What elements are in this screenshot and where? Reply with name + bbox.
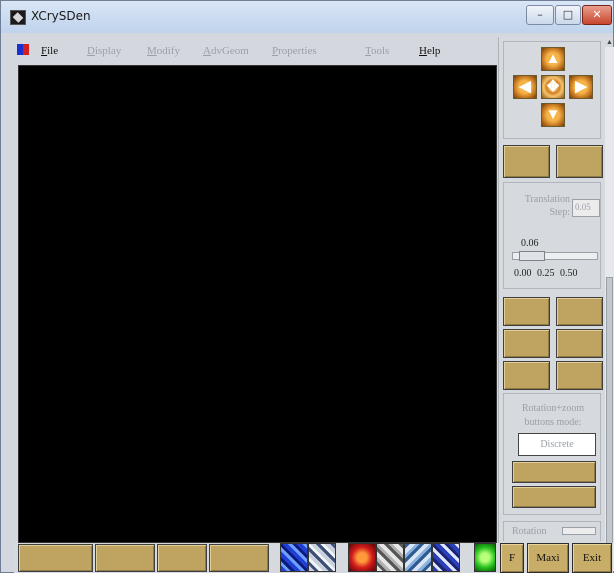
- menu-tools[interactable]: Tools: [365, 45, 389, 57]
- atom-label-icon[interactable]: [432, 543, 460, 572]
- center-move-icon[interactable]: ✥: [541, 75, 565, 99]
- scroll-up-arrow-icon[interactable]: ▲: [605, 37, 614, 47]
- menu-display[interactable]: Display: [87, 45, 121, 57]
- menu-file[interactable]: File: [41, 45, 58, 57]
- slider-tick-label: 0.25: [537, 268, 555, 279]
- window-title: XCrySDen: [31, 9, 91, 23]
- rotation-mode-label: Rotation+zoom buttons mode:: [521, 403, 585, 428]
- menu-bar: File Display Modify AdvGeom Properties T…: [14, 38, 498, 64]
- arrow-left-icon[interactable]: ◀: [513, 75, 537, 99]
- scrollbar-thumb[interactable]: [606, 277, 613, 567]
- menu-advgeom[interactable]: AdvGeom: [203, 45, 249, 57]
- menu-properties[interactable]: Properties: [272, 45, 317, 57]
- close-button[interactable]: ✕: [582, 5, 612, 25]
- exit-button[interactable]: Exit: [572, 543, 612, 573]
- toolbar-button[interactable]: [157, 544, 207, 572]
- rotation-step-group: Rotation: [503, 521, 601, 541]
- bottom-toolbar: F Maxi Exit: [14, 543, 613, 573]
- translation-step-input[interactable]: 0.05: [572, 199, 600, 217]
- wireframe-display-icon[interactable]: [280, 543, 308, 572]
- rotate-x-plus-button[interactable]: [503, 297, 550, 326]
- arrow-down-icon[interactable]: ▼: [541, 103, 565, 127]
- color-scheme-icon[interactable]: [474, 543, 496, 572]
- arrow-right-icon[interactable]: ▶: [569, 75, 593, 99]
- zoom-out-button[interactable]: [556, 145, 603, 178]
- discrete-mode-button[interactable]: Discrete: [518, 433, 596, 456]
- translation-slider-handle[interactable]: [519, 251, 546, 261]
- f-button[interactable]: F: [500, 543, 524, 573]
- toolbar-button[interactable]: [209, 544, 269, 572]
- display-canvas[interactable]: [18, 65, 497, 543]
- toolbar-button[interactable]: [95, 544, 155, 572]
- pipe-display-icon[interactable]: [308, 543, 336, 572]
- rotation-step-label: Rotation: [512, 526, 547, 537]
- zoom-in-button[interactable]: [503, 145, 550, 178]
- toolbar-button[interactable]: [18, 544, 93, 572]
- maximize-button[interactable]: □: [555, 5, 581, 25]
- slider-tick-label: 0.00: [514, 268, 532, 279]
- translation-slider-ticks: 0.00 0.25 0.50: [514, 268, 578, 279]
- ball-display-icon[interactable]: [348, 543, 376, 572]
- menu-help[interactable]: Help: [419, 45, 440, 57]
- rotate-z-minus-button[interactable]: [556, 361, 603, 390]
- app-icon: [10, 10, 26, 25]
- application-window: XCrySDen – □ ✕ File Display Modify AdvGe…: [0, 0, 614, 573]
- mode-option-button[interactable]: [512, 486, 596, 508]
- rotate-y-plus-button[interactable]: [503, 329, 550, 358]
- slider-tick-label: 0.50: [560, 268, 578, 279]
- rotate-z-plus-button[interactable]: [503, 361, 550, 390]
- xcrysden-logo-icon: [17, 44, 29, 55]
- rotate-x-minus-button[interactable]: [556, 297, 603, 326]
- rotate-y-minus-button[interactable]: [556, 329, 603, 358]
- translation-step-label: Translation Step:: [524, 194, 570, 218]
- menu-modify[interactable]: Modify: [147, 45, 180, 57]
- spacefill-display-icon[interactable]: [404, 543, 432, 572]
- rotation-step-input[interactable]: [562, 527, 596, 535]
- translation-step-group: Translation Step: 0.05 0.06 0.00 0.25 0.…: [503, 182, 601, 289]
- translation-slider-value: 0.06: [521, 238, 539, 249]
- minimize-button[interactable]: –: [526, 5, 554, 25]
- continuous-mode-button[interactable]: [512, 461, 596, 483]
- navigation-group: ▲ ◀ ✥ ▶ ▼: [503, 41, 601, 139]
- stick-display-icon[interactable]: [376, 543, 404, 572]
- maxi-button[interactable]: Maxi: [527, 543, 569, 573]
- control-panel: ▲ ▲ ◀ ✥ ▶ ▼ Translation Step: 0.05 0.06 …: [498, 37, 614, 571]
- arrow-up-icon[interactable]: ▲: [541, 47, 565, 71]
- rotation-mode-group: Rotation+zoom buttons mode: Discrete: [503, 393, 601, 515]
- title-bar[interactable]: XCrySDen – □ ✕: [1, 1, 613, 33]
